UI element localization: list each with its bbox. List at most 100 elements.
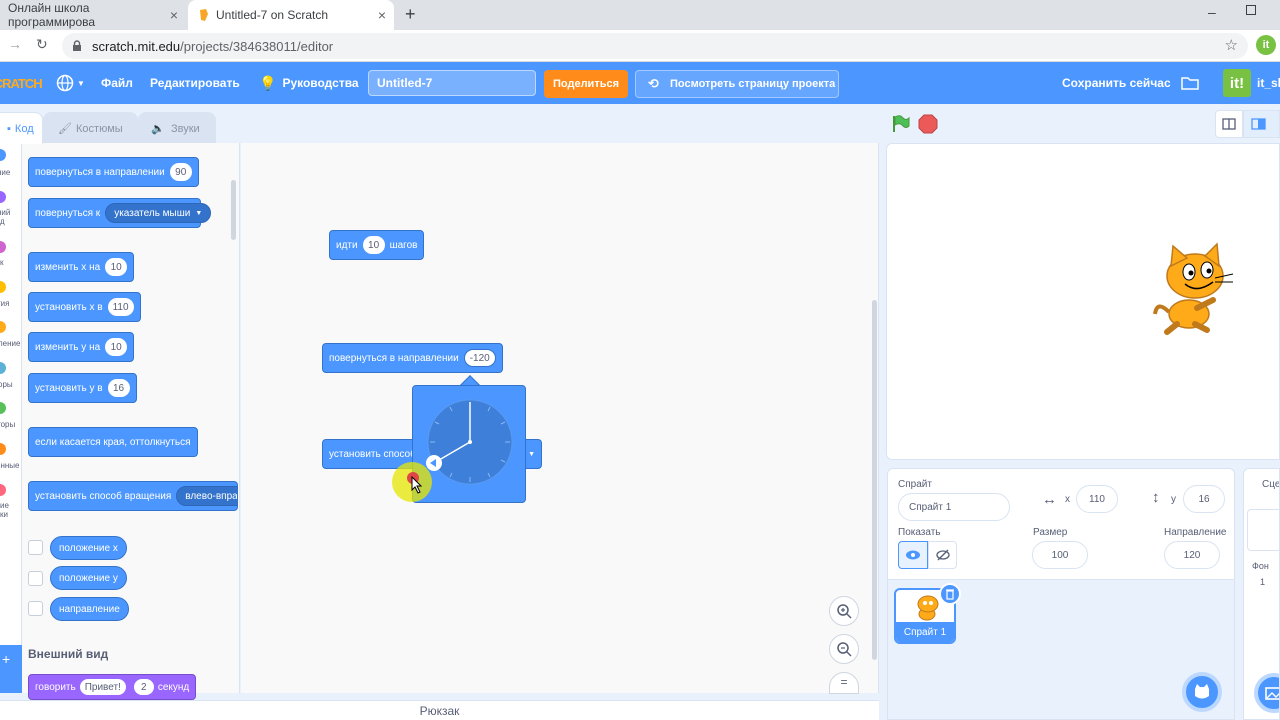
tab-costumes[interactable]: 🖌 Костюмы [43,112,138,144]
user-menu[interactable]: it! it_sk [1223,62,1280,104]
restore-icon[interactable] [1246,5,1256,15]
workspace-block-turn-direction[interactable]: повернуться в направлении -120 [322,343,503,373]
stop-icon[interactable] [918,114,938,134]
tab-sounds[interactable]: 🔈 Звуки [138,112,216,144]
minimize-icon[interactable]: – [1208,4,1216,20]
checkbox-x-position[interactable] [28,540,43,555]
workspace-scrollbar[interactable] [872,300,877,660]
category-variables[interactable]: енные [0,443,22,473]
eye-icon [906,550,920,560]
lightbulb-icon: 💡 [259,74,277,91]
zoom-out-button[interactable] [829,634,859,664]
category-motion[interactable]: ние [0,149,22,185]
block-rotation-style[interactable]: установить способ вращениявлево-вправо [28,481,238,511]
link-arrows-icon: ⟲ [648,76,659,91]
palette-scrollbar[interactable] [231,180,236,240]
delete-sprite-button[interactable] [939,583,961,605]
bookmark-star-icon[interactable]: ☆ [1225,36,1238,54]
category-events[interactable]: тия [0,281,22,311]
block-set-y[interactable]: установить у в 16 [28,373,137,403]
sprite-name-input[interactable]: Спрайт 1 [898,493,1010,521]
y-input[interactable]: 16 [1183,485,1225,513]
reporter-y-position[interactable]: положение у [50,566,127,590]
avatar: it! [1223,69,1251,97]
profile-avatar[interactable]: it [1256,35,1276,55]
language-menu[interactable]: ▼ [56,62,85,104]
browser-tab-school[interactable]: Онлайн школа программирова × [0,0,186,30]
zoom-in-button[interactable] [829,596,859,626]
x-input[interactable]: 110 [1076,485,1118,513]
choose-backdrop-button[interactable] [1254,673,1279,713]
category-control[interactable]: ление [0,321,22,351]
block-dropdown[interactable]: влево-вправо [176,486,237,506]
size-input[interactable]: 100 [1032,541,1088,569]
category-looks[interactable]: нийд [0,191,22,231]
stage-canvas[interactable] [886,143,1280,460]
block-input[interactable]: 10 [362,236,385,254]
block-input[interactable]: 2 [133,679,154,695]
see-project-label: Посмотреть страницу проекта [670,78,836,90]
scratch-logo[interactable]: SCRATCH [0,62,43,104]
small-stage-button[interactable] [1215,110,1243,138]
close-icon[interactable]: × [170,7,178,23]
category-my-blocks[interactable]: ие ки [0,484,22,524]
cat-add-icon [1195,684,1209,699]
tutorials-menu[interactable]: 💡 Руководства [259,62,359,104]
hide-sprite-button[interactable] [928,541,957,569]
block-input[interactable]: 10 [105,338,128,356]
new-tab-icon[interactable]: + [405,4,416,25]
reporter-direction[interactable]: направление [50,597,129,621]
reporter-x-position[interactable]: положение х [50,536,127,560]
close-icon[interactable]: × [378,7,386,23]
scratch-favicon-icon [200,9,208,21]
block-set-x[interactable]: установить х в 110 [28,292,141,322]
tutorials-label: Руководства [282,76,359,90]
backpack-bar[interactable]: Рюкзак [0,700,879,720]
category-operators[interactable]: торы [0,402,22,432]
choose-sprite-button[interactable] [1182,672,1222,712]
block-dropdown[interactable]: указатель мыши ▼ [105,203,212,223]
see-project-page-button[interactable]: ⟲ Посмотреть страницу проекта [635,70,839,98]
stage-thumbnail[interactable] [1247,509,1279,551]
block-say-for-secs[interactable]: говорить Привет! 2 секунд [28,674,197,700]
block-input[interactable]: Привет! [79,679,126,695]
code-workspace[interactable] [241,143,879,693]
stage-target-panel[interactable]: Сцен Фон 1 [1243,468,1280,720]
green-flag-icon[interactable] [891,114,911,134]
show-sprite-button[interactable] [898,541,928,569]
category-sound[interactable]: к [0,241,22,271]
block-input[interactable]: 16 [107,379,130,397]
block-change-x[interactable]: изменить х на 10 [28,252,135,282]
large-stage-button[interactable] [1243,110,1280,138]
forward-icon[interactable]: → [8,36,22,52]
checkbox-y-position[interactable] [28,571,43,586]
block-input[interactable]: 10 [105,258,128,276]
block-input[interactable]: 110 [107,298,134,316]
block-bounce[interactable]: если касается края, оттолкнуться [28,427,198,457]
block-input[interactable]: 90 [169,163,192,181]
category-sensing[interactable]: оры [0,362,22,392]
save-now-button[interactable]: Сохранить сейчас [1062,62,1171,104]
cat-sprite[interactable] [1149,242,1239,336]
block-change-y[interactable]: изменить у на 10 [28,332,135,362]
reload-icon[interactable]: ↻ [36,36,48,53]
tab-code[interactable]: ▪ Код [0,112,43,144]
edit-menu[interactable]: Редактировать [150,62,240,104]
workspace-block-move[interactable]: идти 10 шагов [329,230,425,260]
trash-icon [946,589,954,600]
url-input[interactable]: scratch.mit.edu/projects/384638011/edito… [62,33,1248,59]
share-button[interactable]: Поделиться [544,70,628,98]
checkbox-direction[interactable] [28,601,43,616]
browser-tab-scratch[interactable]: Untitled-7 on Scratch × [188,0,394,30]
project-title-input[interactable]: Untitled-7 [368,70,536,96]
block-input-active[interactable]: -120 [463,349,496,367]
cat-thumbnail-icon [917,595,939,621]
block-turn-direction[interactable]: повернуться в направлении 90 [28,157,199,187]
large-stage-icon [1251,118,1266,130]
file-menu[interactable]: Файл [101,62,133,104]
my-stuff-folder-icon[interactable] [1181,62,1199,104]
direction-input[interactable]: 120 [1164,541,1220,569]
block-point-towards[interactable]: повернуться к указатель мыши ▼ [28,198,212,228]
add-extension-button[interactable]: + [0,645,22,693]
zoom-reset-button[interactable]: = [829,672,859,694]
